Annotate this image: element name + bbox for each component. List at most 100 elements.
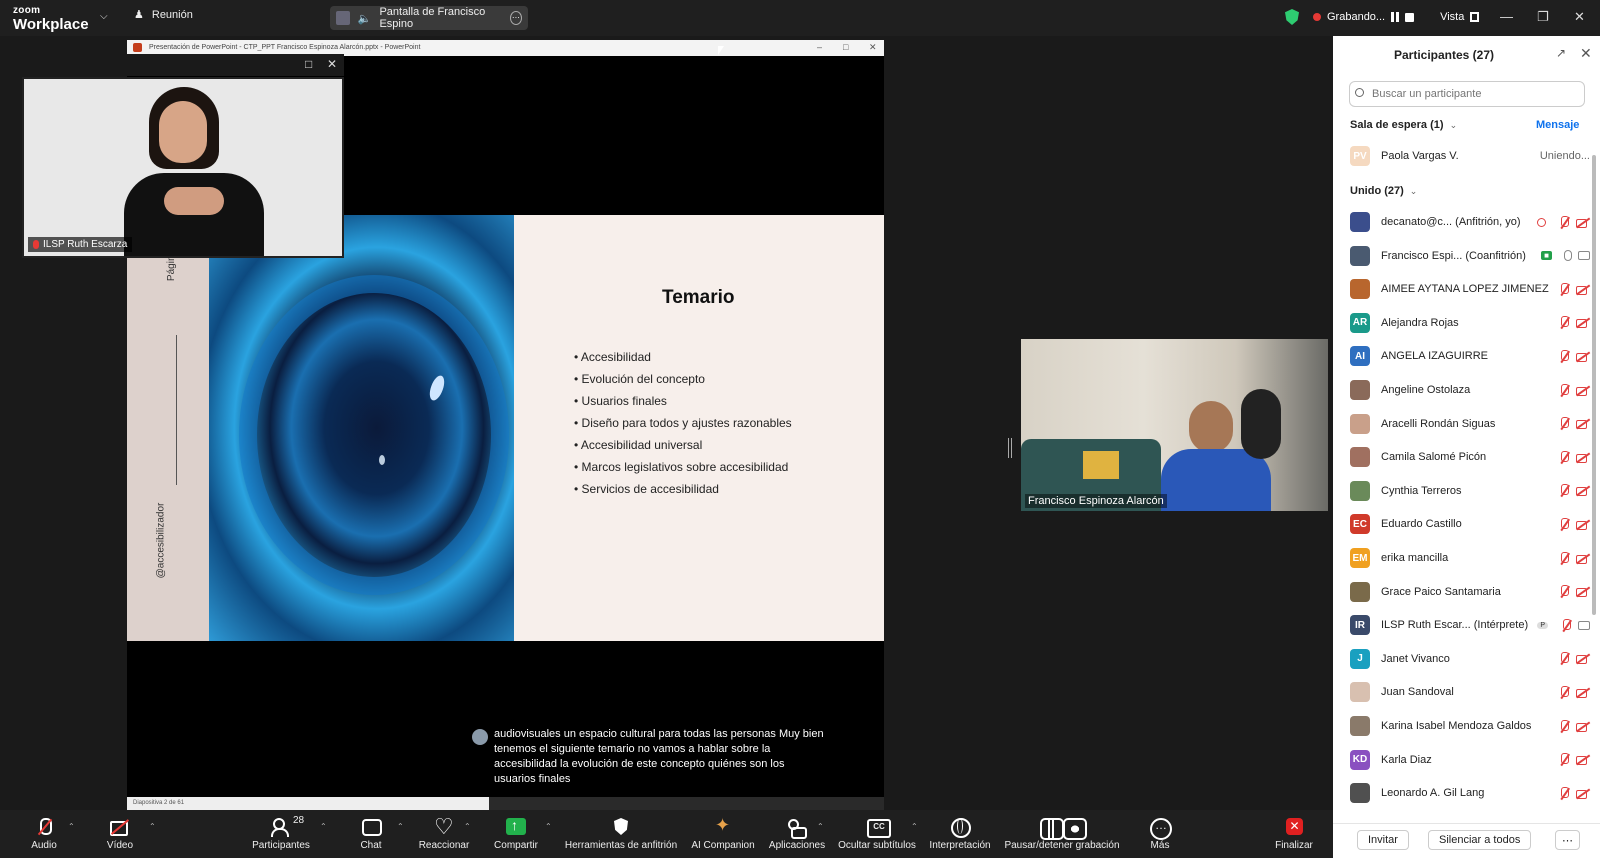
joined-header[interactable]: Unido (27) ⌄ (1350, 185, 1417, 197)
camera-off-icon[interactable] (1576, 687, 1590, 698)
camera-off-icon[interactable] (1576, 418, 1590, 430)
record-controls-button[interactable]: Pausar/detener grabación (1004, 810, 1120, 858)
react-button[interactable]: Reaccionar (418, 810, 470, 858)
mic-muted-icon[interactable] (1558, 349, 1570, 363)
camera-off-icon[interactable] (1576, 317, 1590, 329)
resize-handle[interactable] (1008, 438, 1012, 458)
participant-row[interactable]: IR ILSP Ruth Escar... (Intérprete) P (1350, 612, 1590, 638)
mic-muted-icon[interactable] (1558, 753, 1570, 766)
camera-off-icon[interactable] (1576, 586, 1590, 598)
mic-icon[interactable] (1564, 250, 1572, 262)
message-button[interactable]: Mensaje (1536, 119, 1579, 131)
chevron-down-icon[interactable]: ⌵ (100, 11, 108, 22)
participant-row[interactable]: EC Eduardo Castillo (1350, 511, 1590, 537)
pause-recording-icon[interactable] (1391, 12, 1400, 22)
camera-off-icon[interactable] (1576, 385, 1590, 396)
participant-row[interactable]: Camila Salomé Picón (1350, 444, 1590, 470)
host-tools-button[interactable]: Herramientas de anfitrión (563, 810, 679, 858)
ppt-maximize-icon[interactable]: □ (843, 42, 848, 52)
participant-row[interactable]: Karina Isabel Mendoza Galdos (1350, 713, 1590, 739)
participant-row[interactable]: Leonardo A. Gil Lang (1350, 780, 1590, 806)
interpreter-video[interactable]: ILSP Ruth Escarza (22, 77, 344, 258)
waiting-room-header[interactable]: Sala de espera (1) ⌄ (1350, 119, 1457, 131)
participant-search-input[interactable] (1349, 81, 1585, 107)
participant-row[interactable]: PV Paola Vargas V. Uniendo... (1350, 143, 1590, 169)
security-shield-icon[interactable] (1285, 9, 1299, 25)
mic-muted-icon[interactable] (1558, 517, 1570, 531)
end-meeting-button[interactable]: Finalizar (1274, 810, 1314, 858)
participant-row[interactable]: decanato@c... (Anfitrión, yo) (1350, 209, 1590, 235)
video-button[interactable]: Vídeo (100, 810, 140, 858)
participant-row[interactable]: Grace Paico Santamaria (1350, 579, 1590, 605)
camera-off-icon[interactable] (1576, 351, 1590, 362)
mic-muted-icon[interactable] (1558, 719, 1570, 733)
camera-off-icon[interactable] (1576, 519, 1590, 530)
camera-off-icon[interactable] (1576, 653, 1590, 665)
participant-row[interactable]: Aracelli Rondán Siguas (1350, 411, 1590, 437)
more-button[interactable]: Más (1149, 810, 1172, 858)
apps-button[interactable]: Aplicaciones (768, 810, 826, 858)
mic-muted-icon[interactable] (1558, 282, 1570, 296)
popout-icon[interactable]: ↗ (1556, 46, 1566, 60)
participants-options-chevron[interactable]: ⌃ (320, 822, 327, 831)
participant-row[interactable]: J Janet Vivanco (1350, 646, 1590, 672)
mic-muted-icon[interactable] (1558, 685, 1570, 699)
camera-off-icon[interactable] (1576, 553, 1590, 564)
mic-muted-icon[interactable] (1560, 618, 1572, 632)
chat-options-chevron[interactable]: ⌃ (397, 822, 404, 831)
ppt-close-icon[interactable]: ✕ (869, 42, 877, 53)
camera-icon[interactable] (1578, 251, 1590, 261)
mic-muted-icon[interactable] (1558, 383, 1570, 397)
stop-recording-icon[interactable] (1405, 12, 1415, 22)
close-video-icon[interactable]: ✕ (327, 57, 337, 71)
participant-row[interactable]: KD Karla Diaz (1350, 747, 1590, 773)
participant-row[interactable]: Angeline Ostolaza (1350, 377, 1590, 403)
close-icon[interactable]: ✕ (1574, 9, 1585, 25)
mic-muted-icon[interactable] (1558, 551, 1570, 565)
camera-icon[interactable] (1578, 620, 1590, 630)
captions-button[interactable]: Ocultar subtítulos (837, 810, 917, 858)
minimize-icon[interactable]: — (1500, 9, 1513, 24)
mic-muted-icon[interactable] (1558, 652, 1570, 665)
close-panel-icon[interactable]: ✕ (1580, 45, 1592, 62)
participant-row[interactable]: Cynthia Terreros (1350, 478, 1590, 504)
participant-row[interactable]: Juan Sandoval (1350, 679, 1590, 705)
participant-row[interactable]: AR Alejandra Rojas (1350, 310, 1590, 336)
participants-scrollbar[interactable] (1592, 155, 1596, 615)
camera-off-icon[interactable] (1576, 284, 1590, 295)
mic-muted-icon[interactable] (1558, 417, 1570, 430)
mic-muted-icon[interactable] (1558, 786, 1570, 800)
speaker-video[interactable]: Francisco Espinoza Alarcón (1021, 339, 1328, 511)
chat-button[interactable]: Chat (356, 810, 386, 858)
share-button[interactable]: Compartir (492, 810, 540, 858)
react-options-chevron[interactable]: ⌃ (464, 822, 471, 831)
ppt-minimize-icon[interactable]: – (817, 42, 822, 52)
maximize-icon[interactable]: □ (305, 57, 312, 71)
camera-off-icon[interactable] (1576, 217, 1590, 228)
participant-row[interactable]: EM erika mancilla (1350, 545, 1590, 571)
mic-muted-icon[interactable] (1558, 585, 1570, 598)
camera-off-icon[interactable] (1576, 485, 1590, 497)
invite-button[interactable]: Invitar (1357, 830, 1409, 850)
mic-muted-icon[interactable] (1558, 450, 1570, 464)
ai-companion-button[interactable]: AI Companion (690, 810, 756, 858)
participant-row[interactable]: AI ANGELA IZAGUIRRE (1350, 343, 1590, 369)
camera-off-icon[interactable] (1576, 452, 1590, 463)
mic-muted-icon[interactable] (1558, 316, 1570, 329)
view-button[interactable]: Vista (1440, 11, 1480, 23)
camera-off-icon[interactable] (1576, 788, 1590, 799)
camera-off-icon[interactable] (1576, 721, 1590, 732)
more-options-icon[interactable]: ⋯ (509, 11, 522, 25)
more-options-button[interactable]: ⋯ (1555, 830, 1580, 850)
captions-options-chevron[interactable]: ⌃ (911, 822, 918, 831)
audio-button[interactable]: Audio (24, 810, 64, 858)
screen-share-pill[interactable]: 🔈 Pantalla de Francisco Espino ⋯ (330, 6, 528, 30)
camera-off-icon[interactable] (1576, 754, 1590, 766)
meeting-info-button[interactable]: ♟ Reunión (134, 8, 193, 22)
video-options-chevron[interactable]: ⌃ (149, 822, 156, 831)
share-options-chevron[interactable]: ⌃ (545, 822, 552, 831)
mic-muted-icon[interactable] (1558, 215, 1570, 229)
mute-all-button[interactable]: Silenciar a todos (1428, 830, 1532, 850)
mic-muted-icon[interactable] (1558, 484, 1570, 497)
restore-icon[interactable]: ❐ (1537, 9, 1549, 25)
